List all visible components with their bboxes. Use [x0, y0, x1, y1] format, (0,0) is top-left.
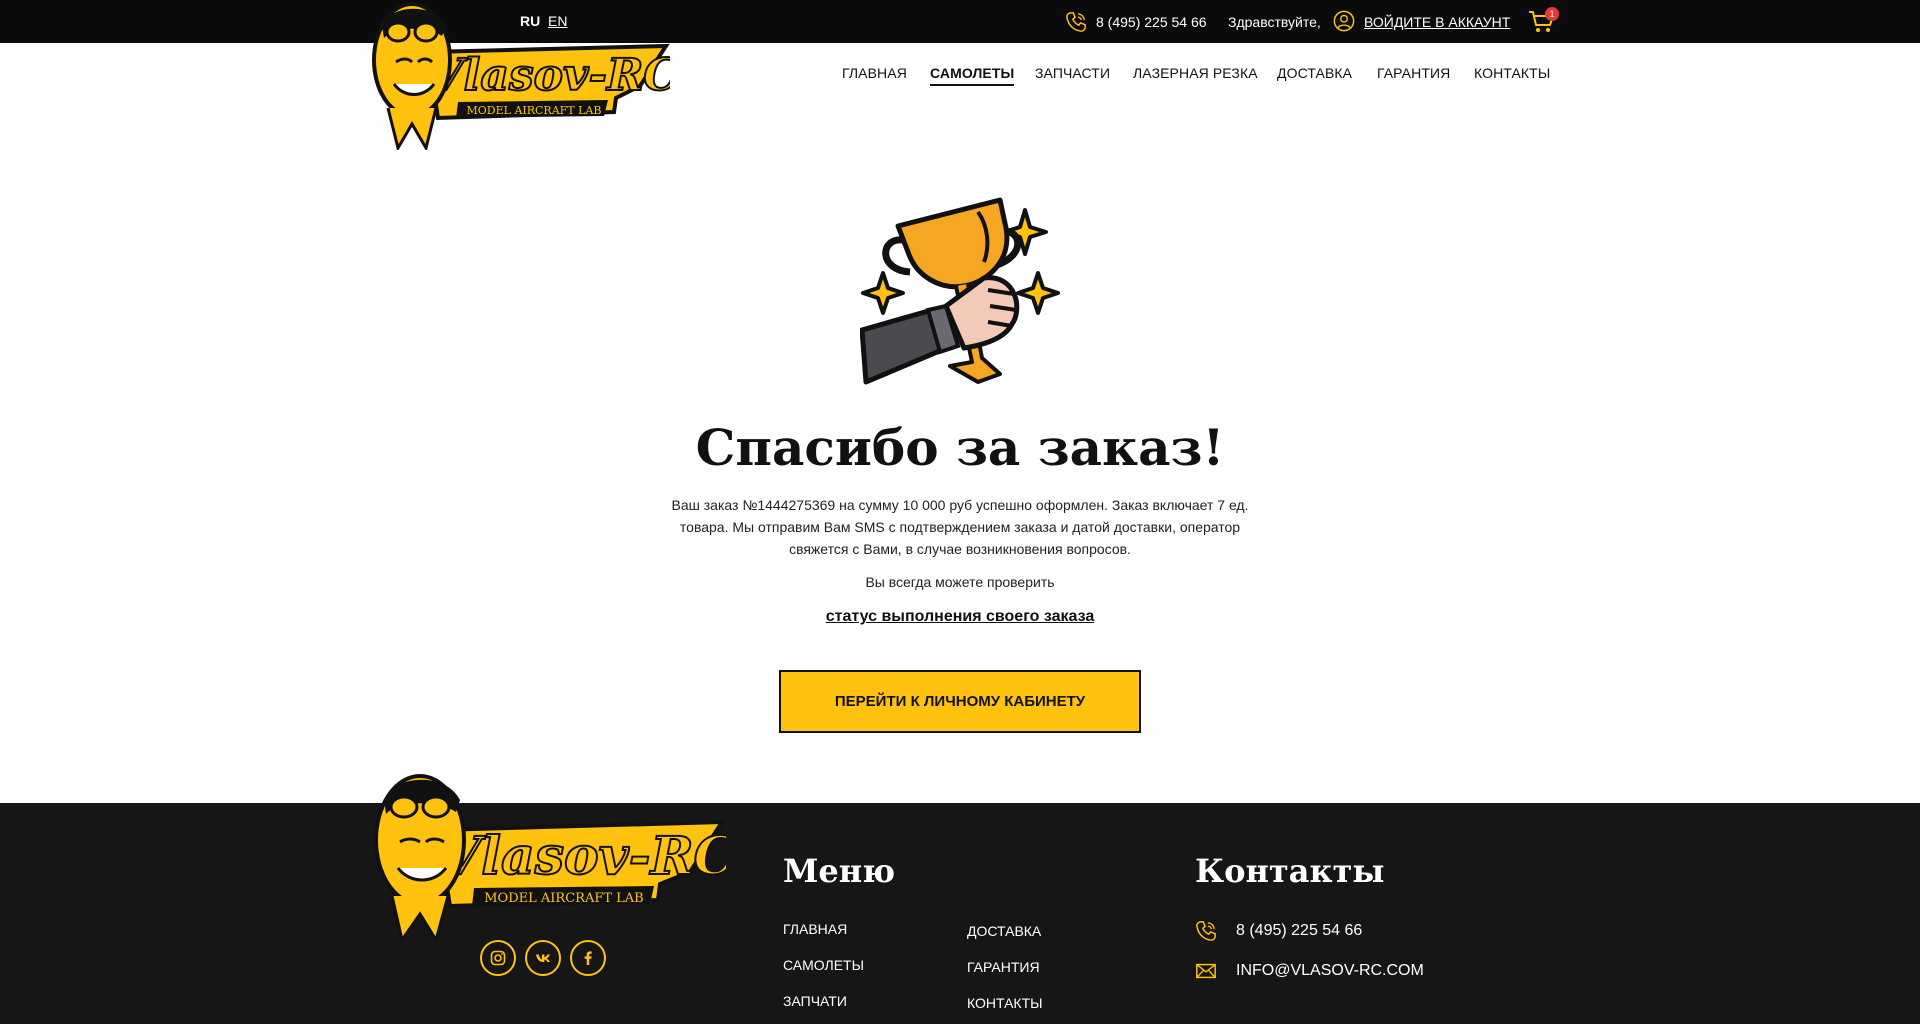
nav-home[interactable]: ГЛАВНАЯ [842, 65, 907, 81]
go-to-account-button[interactable]: ПЕРЕЙТИ К ЛИЧНОМУ КАБИНЕТУ [779, 670, 1141, 733]
footer-logo-name: Vlasov-RC [441, 826, 726, 887]
logo[interactable]: MODEL AIRCRAFT LAB Vlasov-RC [368, 0, 670, 150]
instagram-icon [490, 950, 506, 966]
vk-button[interactable] [525, 940, 561, 976]
user-icon [1333, 10, 1355, 32]
footer-link-warranty[interactable]: ГАРАНТИЯ [967, 959, 1040, 975]
facebook-icon [584, 951, 592, 965]
trophy-icon [860, 197, 1060, 385]
page-title: Спасибо за заказ! [695, 418, 1225, 477]
check-text: Вы всегда можете проверить [865, 574, 1055, 590]
footer-menu-title: Меню [783, 852, 896, 890]
greeting: Здравствуйте, [1228, 14, 1321, 30]
top-phone[interactable]: 8 (495) 225 54 66 [1096, 14, 1207, 30]
phone-icon [1196, 921, 1216, 941]
logo-tagline: MODEL AIRCRAFT LAB [467, 104, 602, 117]
nav-planes[interactable]: САМОЛЕТЫ [930, 65, 1015, 86]
top-bar: RU EN 8 (495) 225 54 66 Здравствуйте, ВО… [0, 0, 1920, 43]
login-link[interactable]: ВОЙДИТЕ В АККАУНТ [1364, 14, 1510, 30]
order-status-link[interactable]: статус выполнения своего заказа [826, 608, 1095, 625]
order-status-link-wrap: статус выполнения своего заказа [0, 608, 1920, 626]
facebook-button[interactable] [570, 940, 606, 976]
nav-laser-cutting[interactable]: ЛАЗЕРНАЯ РЕЗКА [1133, 65, 1258, 81]
nav-contacts[interactable]: КОНТАКТЫ [1474, 65, 1550, 81]
footer-link-contacts[interactable]: КОНТАКТЫ [967, 995, 1043, 1011]
nav-parts[interactable]: ЗАПЧАСТИ [1035, 65, 1110, 81]
footer-logo[interactable]: MODEL AIRCRAFT LAB Vlasov-RC [368, 770, 726, 942]
order-description: Ваш заказ №1444275369 на сумму 10 000 ру… [671, 497, 1249, 557]
instagram-button[interactable] [480, 940, 516, 976]
footer-link-home[interactable]: ГЛАВНАЯ [783, 921, 847, 937]
vk-icon [536, 954, 550, 962]
footer-contacts-title: Контакты [1195, 852, 1385, 890]
footer-link-parts[interactable]: ЗАПЧАТИ [783, 993, 847, 1009]
footer-phone[interactable]: 8 (495) 225 54 66 [1236, 922, 1362, 940]
cart-badge: 1 [1545, 7, 1559, 21]
nav-delivery[interactable]: ДОСТАВКА [1277, 65, 1352, 81]
footer-logo-tagline: MODEL AIRCRAFT LAB [484, 891, 643, 906]
footer-link-delivery[interactable]: ДОСТАВКА [967, 923, 1041, 939]
footer [0, 803, 1920, 1024]
nav-warranty[interactable]: ГАРАНТИЯ [1377, 65, 1450, 81]
footer-email[interactable]: INFO@VLASOV-RC.COM [1236, 962, 1424, 980]
mail-icon [1196, 963, 1216, 979]
phone-icon [1066, 12, 1086, 32]
footer-link-planes[interactable]: САМОЛЕТЫ [783, 957, 864, 973]
logo-name: Vlasov-RC [430, 50, 670, 101]
